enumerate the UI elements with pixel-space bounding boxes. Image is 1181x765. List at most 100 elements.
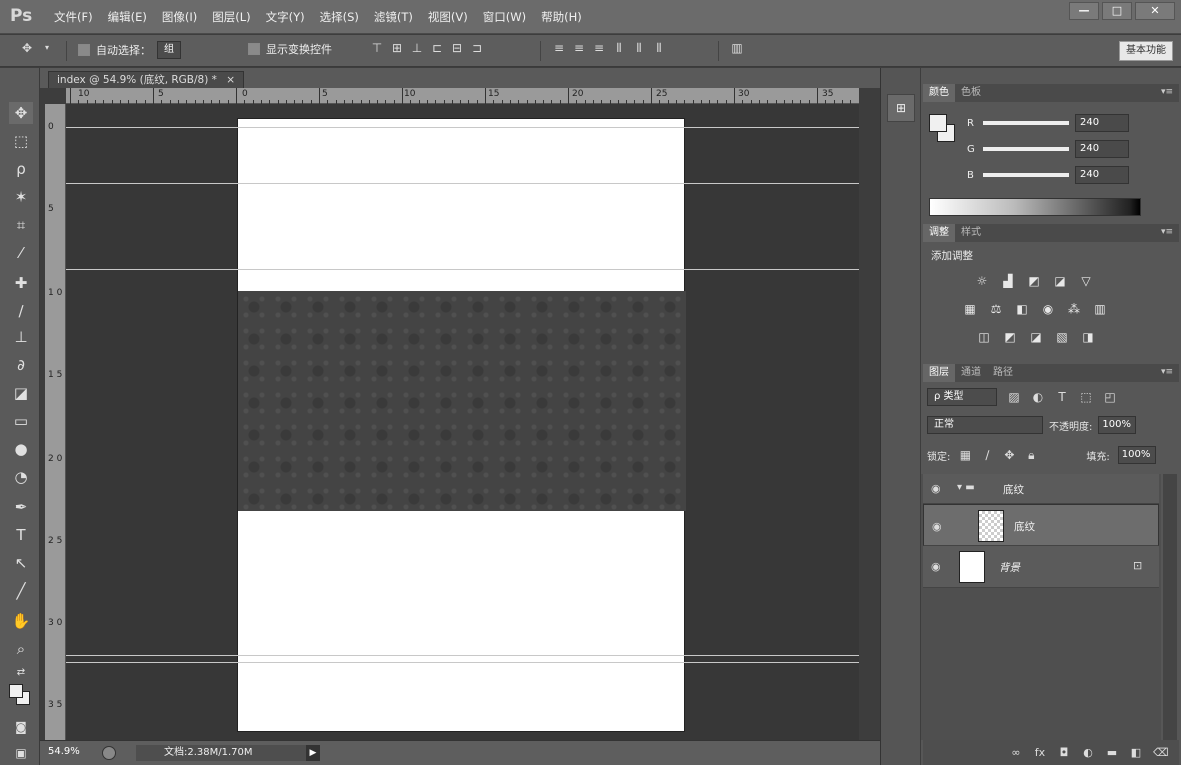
quick-mask-icon[interactable]: ◙ [9, 716, 33, 738]
fx-icon[interactable]: fx [1033, 746, 1047, 760]
lock-all-icon[interactable]: 🔒︎ [1024, 448, 1038, 462]
menu-select[interactable]: 选择(S) [320, 9, 359, 25]
layer-row-group[interactable]: ◉ ▾ ▬ 底纹 [923, 474, 1159, 504]
filter-pixel-icon[interactable]: ▨ [1007, 390, 1021, 404]
move-tool-preset[interactable]: ✥ ▾ [20, 41, 54, 55]
layer-filter-dropdown[interactable]: ρ 类型 [927, 388, 997, 406]
align-left-icon[interactable]: ⊏ [430, 41, 444, 55]
guide-line[interactable] [66, 662, 859, 663]
align-hcenter-icon[interactable]: ⊟ [450, 41, 464, 55]
new-layer-icon[interactable]: ◧ [1129, 746, 1143, 760]
layer-row-background[interactable]: ◉ 背景 ⊡ [923, 546, 1159, 588]
align-bottom-icon[interactable]: ⊥ [410, 41, 424, 55]
photo-filter-icon[interactable]: ◉ [1039, 302, 1057, 318]
guide-line[interactable] [66, 655, 859, 656]
red-value-field[interactable]: 240 [1075, 114, 1129, 132]
layers-scrollbar[interactable] [1163, 474, 1177, 740]
menu-image[interactable]: 图像(I) [162, 9, 197, 25]
eyedropper-icon[interactable]: ⁄ [9, 242, 33, 264]
healing-brush-icon[interactable]: ✚ [9, 272, 33, 294]
add-mask-icon[interactable]: ◘ [1057, 746, 1071, 760]
eye-icon[interactable]: ◉ [932, 519, 942, 535]
pen-tool-icon[interactable]: ✒ [9, 496, 33, 518]
move-tool-icon[interactable]: ✥ [9, 102, 33, 124]
menu-filter[interactable]: 滤镜(T) [374, 9, 413, 25]
distribute-left-icon[interactable]: ⫴ [612, 41, 626, 55]
distribute-bottom-icon[interactable]: ≡ [592, 41, 606, 55]
menu-file[interactable]: 文件(F) [54, 9, 93, 25]
gradient-map-icon[interactable]: ▧ [1053, 330, 1071, 346]
green-slider[interactable] [983, 147, 1069, 151]
menu-edit[interactable]: 编辑(E) [108, 9, 147, 25]
guide-line[interactable] [66, 183, 859, 184]
filter-smart-icon[interactable]: ◰ [1103, 390, 1117, 404]
gradient-tool-icon[interactable]: ▭ [9, 410, 33, 432]
color-lookup-icon[interactable]: ▥ [1091, 302, 1109, 318]
color-balance-icon[interactable]: ⚖ [987, 302, 1005, 318]
history-panel-icon[interactable]: ⊞ [887, 94, 915, 122]
magic-wand-icon[interactable]: ✶ [9, 186, 33, 208]
posterize-icon[interactable]: ◩ [1001, 330, 1019, 346]
layer-row-pattern[interactable]: ◉ 底纹 [923, 504, 1159, 546]
fill-field[interactable]: 100% [1117, 446, 1156, 464]
tab-layers[interactable]: 图层 [923, 364, 955, 382]
lock-transparent-icon[interactable]: ▦ [958, 448, 972, 462]
panel-menu-icon[interactable]: ▾≡ [1161, 87, 1173, 97]
document-canvas[interactable] [237, 118, 686, 732]
new-group-icon[interactable]: ▬ [1105, 746, 1119, 760]
green-value-field[interactable]: 240 [1075, 140, 1129, 158]
document-tab[interactable]: index @ 54.9% (底纹, RGB/8) * × [48, 71, 245, 88]
path-select-icon[interactable]: ↖ [9, 552, 33, 574]
tab-paths[interactable]: 路径 [987, 364, 1019, 382]
close-button[interactable]: ✕ [1135, 2, 1175, 20]
clone-stamp-icon[interactable]: ⊥ [9, 326, 33, 348]
blue-value-field[interactable]: 240 [1075, 166, 1129, 184]
filter-shape-icon[interactable]: ⬚ [1079, 390, 1093, 404]
zoom-level[interactable]: 54.9% [48, 746, 80, 757]
adjustment-layer-icon[interactable]: ◐ [1081, 746, 1095, 760]
eye-icon[interactable]: ◉ [931, 560, 941, 573]
tab-styles[interactable]: 样式 [955, 224, 987, 242]
lock-pixels-icon[interactable]: ∕ [980, 448, 994, 462]
menu-type[interactable]: 文字(Y) [266, 9, 305, 25]
foreground-color-swatch[interactable] [9, 684, 23, 698]
distribute-right-icon[interactable]: ⫴ [652, 41, 666, 55]
tab-close-icon[interactable]: × [226, 74, 235, 86]
line-tool-icon[interactable]: ╱ [9, 580, 33, 602]
lock-position-icon[interactable]: ✥ [1002, 448, 1016, 462]
show-transform-checkbox[interactable] [248, 43, 260, 55]
channel-mixer-icon[interactable]: ⁂ [1065, 302, 1083, 318]
align-right-icon[interactable]: ⊐ [470, 41, 484, 55]
panel-menu-icon[interactable]: ▾≡ [1161, 227, 1173, 237]
zoom-tool-icon[interactable]: ⌕ [9, 638, 33, 660]
distribute-top-icon[interactable]: ≡ [552, 41, 566, 55]
folder-icon[interactable]: ▾ ▬ [957, 482, 975, 493]
swap-colors-icon[interactable]: ⇄ [9, 662, 33, 684]
brightness-icon[interactable]: ☼ [973, 274, 991, 290]
menu-help[interactable]: 帮助(H) [541, 9, 582, 25]
black-white-icon[interactable]: ◧ [1013, 302, 1031, 318]
lasso-tool-icon[interactable]: ρ [9, 158, 33, 180]
menu-view[interactable]: 视图(V) [428, 9, 468, 25]
dodge-tool-icon[interactable]: ◔ [9, 466, 33, 488]
workspace-switcher[interactable]: 基本功能 [1119, 41, 1173, 61]
eraser-icon[interactable]: ◪ [9, 382, 33, 404]
levels-icon[interactable]: ▟ [999, 274, 1017, 290]
status-menu-arrow-icon[interactable]: ▶ [306, 745, 320, 761]
hand-tool-icon[interactable]: ✋ [9, 610, 33, 632]
blend-mode-dropdown[interactable]: 正常 [927, 416, 1043, 434]
screen-mode-icon[interactable]: ▣ [9, 742, 33, 764]
tab-channels[interactable]: 通道 [955, 364, 987, 382]
eye-icon[interactable]: ◉ [931, 482, 941, 495]
status-info-icon[interactable] [102, 746, 116, 760]
filter-adjust-icon[interactable]: ◐ [1031, 390, 1045, 404]
crop-tool-icon[interactable]: ⌗ [9, 214, 33, 236]
blue-slider[interactable] [983, 173, 1069, 177]
type-tool-icon[interactable]: T [9, 524, 33, 546]
distribute-vcenter-icon[interactable]: ≡ [572, 41, 586, 55]
invert-icon[interactable]: ◫ [975, 330, 993, 346]
exposure-icon[interactable]: ◪ [1051, 274, 1069, 290]
guide-line[interactable] [66, 269, 859, 270]
distribute-hcenter-icon[interactable]: ⫴ [632, 41, 646, 55]
menu-layer[interactable]: 图层(L) [212, 9, 250, 25]
